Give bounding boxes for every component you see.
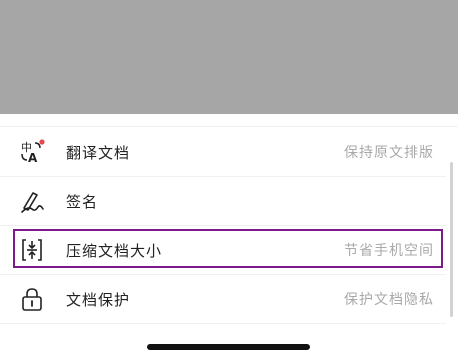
menu-item-label: 文档保护 (66, 290, 131, 309)
svg-text:A: A (28, 151, 38, 165)
menu-item-signature[interactable]: 签名 (0, 177, 446, 225)
menu-item-hint: 保持原文排版 (344, 145, 434, 161)
translate-icon: 中 A (18, 138, 46, 166)
bottom-sheet-menu: 中 A 翻译文档 保持原文排版 签名 压缩文档大小 节省手机空间 文档保护 保护… (0, 114, 458, 355)
lock-icon (18, 285, 46, 313)
menu-item-label: 压缩文档大小 (66, 241, 163, 260)
menu-item-document-protection[interactable]: 文档保护 保护文档隐私 (0, 275, 446, 323)
menu-item-label: 翻译文档 (66, 143, 131, 162)
home-indicator[interactable] (147, 344, 310, 350)
scrollbar[interactable] (450, 162, 453, 317)
menu-item-hint: 保护文档隐私 (344, 292, 434, 308)
menu-item-hint: 节省手机空间 (344, 243, 434, 259)
divider (0, 323, 446, 324)
compress-icon (18, 236, 46, 264)
menu-item-translate-document[interactable]: 中 A 翻译文档 保持原文排版 (0, 128, 446, 176)
menu-item-label: 签名 (66, 192, 99, 211)
dimmed-background-overlay[interactable] (0, 0, 458, 114)
notification-dot (39, 139, 45, 145)
menu-item-compress-document[interactable]: 压缩文档大小 节省手机空间 (0, 226, 446, 274)
signature-icon (18, 187, 46, 215)
sheet-top-strip (0, 114, 458, 127)
